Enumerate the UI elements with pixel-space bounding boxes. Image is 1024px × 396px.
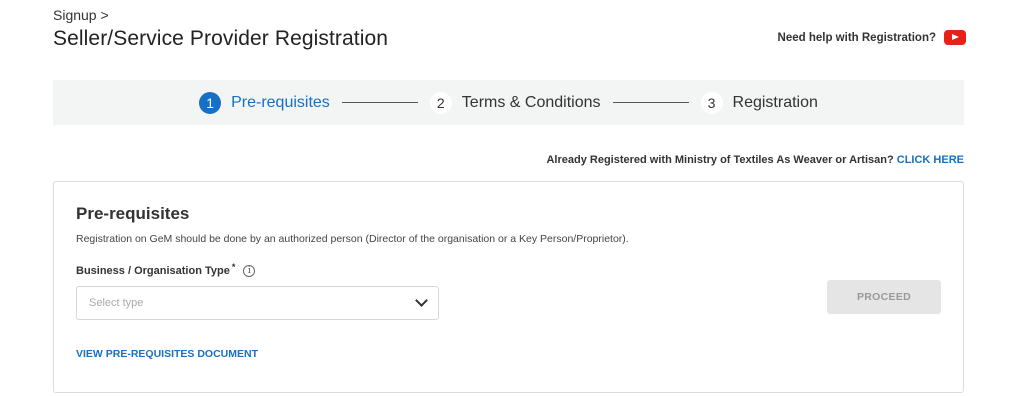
proceed-button[interactable]: PROCEED <box>827 280 941 314</box>
required-marker: * <box>231 262 236 272</box>
card-description: Registration on GeM should be done by an… <box>76 233 629 245</box>
step-label: Terms & Conditions <box>461 93 601 111</box>
chevron-down-icon[interactable] <box>415 294 428 307</box>
step-number: 3 <box>700 91 723 114</box>
step-number: 1 <box>199 91 222 114</box>
help-text[interactable]: Need help with Registration? <box>778 32 936 44</box>
field-label-text: Business / Organisation Type <box>76 265 230 277</box>
page-title: Seller/Service Provider Registration <box>53 27 389 50</box>
already-registered-notice: Already Registered with Ministry of Text… <box>546 154 964 166</box>
step-prerequisites: 1 Pre-requisites <box>199 91 330 114</box>
registration-stepper: 1 Pre-requisites 2 Terms & Conditions 3 … <box>53 80 964 125</box>
card-title: Pre-requisites <box>76 204 190 223</box>
click-here-link[interactable]: CLICK HERE <box>897 154 964 166</box>
prerequisites-card: Pre-requisites Registration on GeM shoul… <box>53 181 964 393</box>
business-type-label: Business / Organisation Type * i <box>76 262 256 277</box>
help-registration[interactable]: Need help with Registration? <box>778 30 966 45</box>
step-label: Pre-requisites <box>231 93 330 111</box>
youtube-icon[interactable] <box>944 30 966 45</box>
step-connector <box>341 102 418 103</box>
step-connector <box>612 102 689 103</box>
step-terms: 2 Terms & Conditions <box>429 91 601 114</box>
info-icon[interactable]: i <box>243 265 256 277</box>
step-number: 2 <box>429 91 452 114</box>
view-prerequisites-document-link[interactable]: VIEW PRE-REQUISITES DOCUMENT <box>76 348 258 360</box>
business-type-select[interactable]: Select type <box>76 286 439 320</box>
select-placeholder: Select type <box>89 297 144 309</box>
breadcrumb[interactable]: Signup > <box>53 7 109 23</box>
already-registered-text: Already Registered with Ministry of Text… <box>546 154 894 166</box>
step-label: Registration <box>732 93 818 111</box>
step-registration: 3 Registration <box>700 91 818 114</box>
